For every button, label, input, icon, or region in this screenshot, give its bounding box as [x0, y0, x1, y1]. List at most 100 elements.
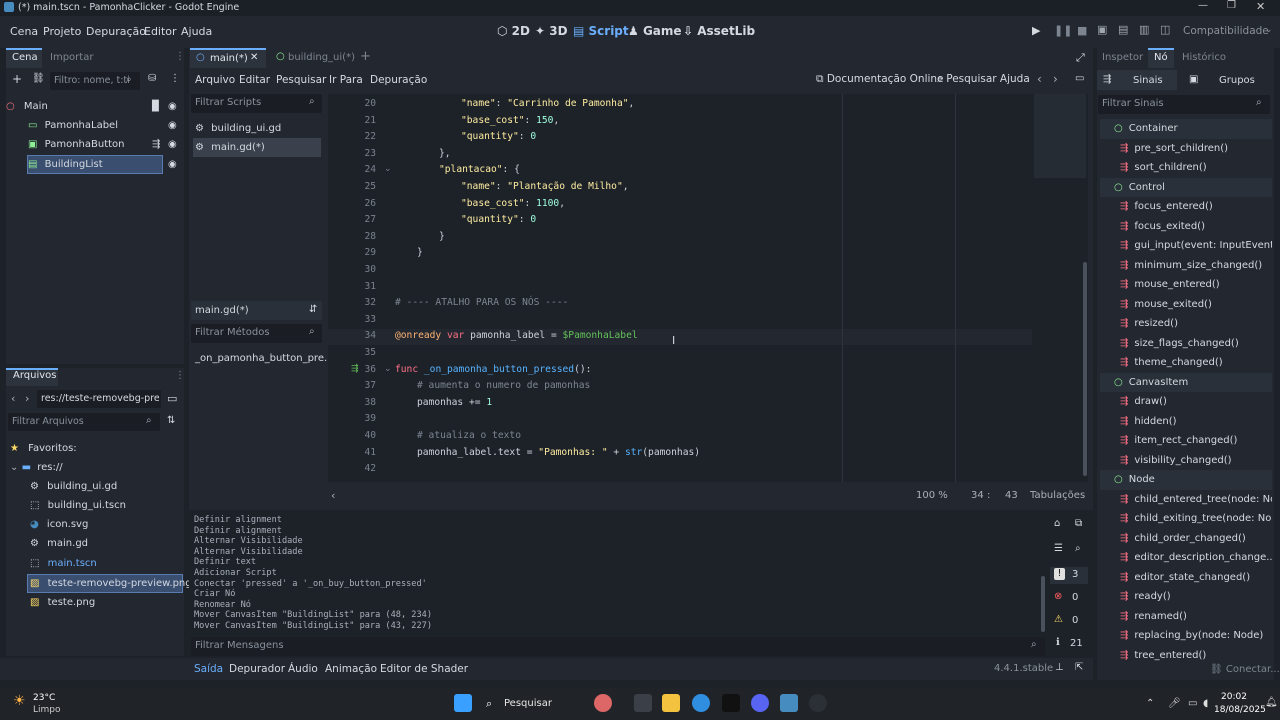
line-number[interactable]: 24: [330, 162, 376, 178]
warning-filter-toggle[interactable]: ⊗ 0: [1050, 590, 1088, 607]
workspace-game[interactable]: ♟ Game: [628, 24, 682, 38]
signal-item[interactable]: ⇶ pre_sort_children(): [1100, 139, 1272, 159]
engine-version[interactable]: 4.4.1.stable: [994, 663, 1053, 674]
tab-depurador[interactable]: Depurador: [229, 663, 285, 675]
line-number[interactable]: 20: [330, 96, 376, 112]
stop-icon[interactable]: ■: [1077, 24, 1087, 37]
line-number[interactable]: 31: [330, 279, 376, 295]
menu-cena[interactable]: Cena: [10, 25, 38, 38]
fold-arrow-icon[interactable]: ⌄: [384, 364, 392, 374]
widget-icon[interactable]: [594, 694, 612, 712]
chevron-down-icon[interactable]: ⌄: [1265, 25, 1273, 35]
script-item-building-ui[interactable]: ⚙ building_ui.gd: [195, 119, 281, 138]
back-icon[interactable]: ‹: [11, 392, 15, 405]
script-menu-depuracao[interactable]: Depuração: [370, 74, 427, 86]
scripts-filter-input[interactable]: Filtrar Scripts ⌕: [191, 94, 322, 113]
capcut-icon[interactable]: [722, 694, 740, 712]
line-number[interactable]: 21: [330, 113, 376, 129]
minimize-icon[interactable]: —: [1198, 0, 1208, 11]
online-docs-link[interactable]: ⧉ Documentação Online: [816, 73, 944, 86]
clock-time[interactable]: 20:02: [1221, 692, 1247, 702]
path-field[interactable]: res://teste-removebg-prev: [37, 390, 161, 408]
signal-item[interactable]: ⇶ minimum_size_changed(): [1100, 256, 1272, 276]
signal-item[interactable]: ⇶ renamed(): [1100, 607, 1272, 627]
tray-chevron-icon[interactable]: ⌃: [1146, 698, 1154, 709]
renderer-select[interactable]: Compatibilidade: [1183, 25, 1269, 37]
node-main[interactable]: ○ Main ▉ ◉: [6, 97, 182, 116]
next-script-icon[interactable]: ›: [1053, 72, 1058, 86]
tab-building-ui[interactable]: ○ building_ui(*): [270, 50, 356, 68]
discord-icon[interactable]: [751, 694, 769, 712]
signal-item[interactable]: ⇶ gui_input(event: InputEvent): [1100, 236, 1272, 256]
script-menu-pesquisar[interactable]: Pesquisar: [276, 74, 326, 86]
signal-class-header[interactable]: ○ CanvasItem: [1100, 372, 1272, 392]
expand-panel-icon[interactable]: ⇱: [1075, 662, 1083, 673]
search-help-link[interactable]: ⌕ Pesquisar Ajuda: [937, 73, 1030, 86]
play-icon[interactable]: ▶: [1032, 24, 1040, 37]
line-number[interactable]: 29: [330, 245, 376, 261]
link-icon[interactable]: ⛓: [32, 73, 45, 84]
workspace-assetlib[interactable]: ⇩ AssetLib: [683, 24, 755, 38]
movie-maker-icon[interactable]: ◫: [1160, 23, 1170, 36]
sort-methods-icon[interactable]: ⇵: [309, 304, 317, 315]
connected-signal-icon[interactable]: ⇶: [351, 364, 359, 374]
signal-item[interactable]: ⇶ tree_entered(): [1100, 646, 1272, 666]
signal-item[interactable]: ⇶ replacing_by(node: Node): [1100, 626, 1272, 646]
instance-scene-icon[interactable]: ⛁: [148, 73, 156, 84]
code-scrollbar[interactable]: [1083, 262, 1087, 476]
line-number[interactable]: 22: [330, 129, 376, 145]
signal-item[interactable]: ⇶ mouse_exited(): [1100, 295, 1272, 315]
favorites-row[interactable]: ★ Favoritos:: [10, 439, 77, 458]
files-filter-input[interactable]: Filtrar Arquivos ⌕: [8, 413, 160, 431]
menu-depuracao[interactable]: Depuração: [86, 25, 146, 38]
script-item-main[interactable]: ⚙ main.gd(*): [195, 138, 265, 157]
res-root-row[interactable]: ⌄ ▬ res://: [10, 458, 63, 477]
signal-class-header[interactable]: ○ Control: [1100, 177, 1272, 197]
tab-animacao[interactable]: Animação: [325, 663, 377, 675]
file-teste-removebg-preview-png[interactable]: ▨ teste-removebg-preview.png: [30, 574, 192, 593]
tab-saida[interactable]: Saída: [194, 663, 223, 675]
visibility-eye-icon[interactable]: ◉: [168, 116, 177, 135]
pin-icon[interactable]: ⊥: [1055, 662, 1064, 673]
line-number[interactable]: 39: [330, 411, 376, 427]
taskbar-search[interactable]: Pesquisar: [504, 698, 552, 709]
file-explorer-icon[interactable]: [662, 694, 680, 712]
godot-taskbar-icon[interactable]: [780, 694, 798, 712]
clear-log-icon[interactable]: ⌂: [1054, 518, 1060, 529]
float-window-icon[interactable]: ▭: [1075, 73, 1084, 84]
line-number[interactable]: 37: [330, 378, 376, 394]
line-number[interactable]: 32: [330, 295, 376, 311]
file-main-tscn[interactable]: ⬚ main.tscn: [30, 554, 97, 573]
zoom-level[interactable]: 100 %: [916, 490, 948, 501]
node-buildinglist[interactable]: ▤ BuildingList ◉: [28, 155, 182, 174]
copy-log-icon[interactable]: ⧉: [1075, 518, 1082, 529]
log-scrollbar[interactable]: [1041, 576, 1045, 632]
add-node-icon[interactable]: +: [12, 72, 22, 86]
signal-item[interactable]: ⇶ draw(): [1100, 392, 1272, 412]
minimap[interactable]: [1034, 94, 1086, 178]
signal-item[interactable]: ⇶ editor_description_change...: [1100, 548, 1272, 568]
signal-item[interactable]: ⇶ ready(): [1100, 587, 1272, 607]
connect-button[interactable]: ⛓ Conectar...: [1210, 664, 1280, 675]
line-number[interactable]: 25: [330, 179, 376, 195]
subtab-sinais[interactable]: ⇶ Sinais: [1097, 70, 1177, 90]
forward-icon[interactable]: ›: [25, 392, 29, 405]
methods-filter-input[interactable]: Filtrar Métodos ⌕: [191, 324, 322, 343]
menu-ajuda[interactable]: Ajuda: [181, 25, 212, 38]
node-pamonhalabel[interactable]: ▭ PamonhaLabel ◉: [28, 116, 182, 135]
weather-temp[interactable]: 23°C: [33, 693, 55, 703]
task-view-icon[interactable]: [634, 694, 652, 712]
signal-item[interactable]: ⇶ child_exiting_tree(node: No...: [1100, 509, 1272, 529]
tab-inspetor[interactable]: Inspetor: [1102, 52, 1143, 63]
add-tab-icon[interactable]: +: [360, 49, 371, 64]
signal-item[interactable]: ⇶ hidden(): [1100, 412, 1272, 432]
messages-filter-input[interactable]: Filtrar Mensagens ⌕: [191, 637, 1045, 656]
indent-mode[interactable]: Tabulações: [1030, 490, 1085, 501]
file-building-ui-tscn[interactable]: ⬚ building_ui.tscn: [30, 496, 126, 515]
remote-debug-icon[interactable]: ▣: [1097, 23, 1107, 36]
volume-icon[interactable]: ◖: [1203, 698, 1208, 709]
close-tab-icon[interactable]: ✕: [250, 52, 258, 63]
script-menu-arquivo[interactable]: Arquivo: [195, 74, 235, 86]
line-number[interactable]: 34: [330, 328, 376, 344]
tab-audio[interactable]: Áudio: [288, 663, 318, 675]
